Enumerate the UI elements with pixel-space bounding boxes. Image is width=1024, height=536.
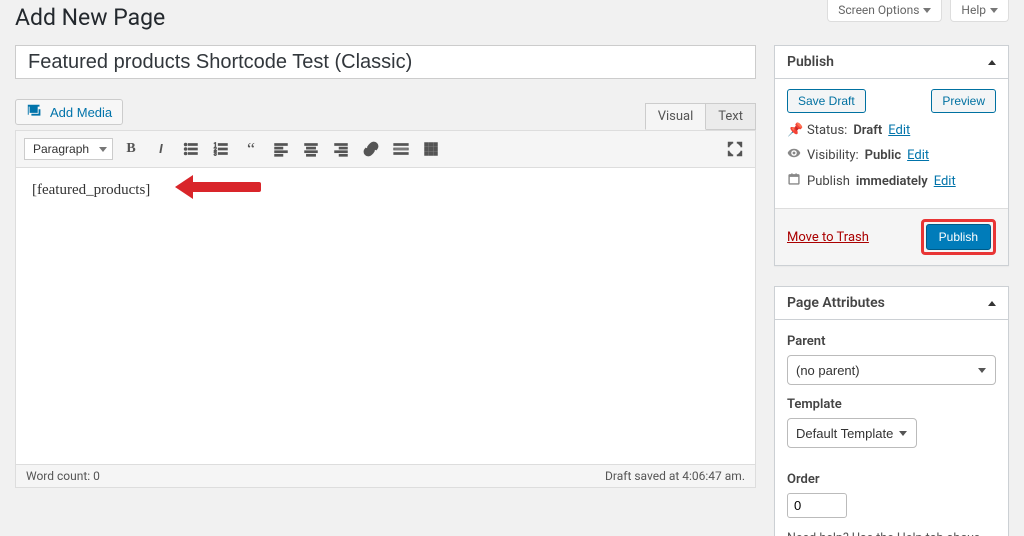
align-right-button[interactable] [329,137,353,161]
annotation-arrow-icon [175,172,265,198]
toolbar-toggle-button[interactable] [419,137,443,161]
word-count: Word count: 0 [26,469,100,483]
autosave-status: Draft saved at 4:06:47 am. [605,469,745,483]
publish-box-header[interactable]: Publish [775,46,1008,79]
schedule-value: immediately [856,174,928,189]
add-media-label: Add Media [50,105,112,120]
editor-content-area[interactable]: [featured_products] [16,168,755,464]
template-select[interactable]: Default Template [787,418,917,448]
screen-options-tab[interactable]: Screen Options [827,0,942,22]
parent-select[interactable]: (no parent) [787,355,996,385]
editor: Paragraph B I 123 “ [15,130,756,488]
order-input[interactable] [787,493,847,518]
add-media-button[interactable]: Add Media [15,99,123,125]
align-center-button[interactable] [299,137,323,161]
svg-text:3: 3 [214,151,217,157]
post-status-row: 📌 Status: Draft Edit [787,123,996,138]
post-title-input[interactable] [15,45,756,79]
block-format-select[interactable]: Paragraph [24,138,113,160]
italic-button[interactable]: I [149,137,173,161]
move-to-trash-link[interactable]: Move to Trash [787,230,869,245]
schedule-label: Publish [807,174,850,189]
page-attributes-header[interactable]: Page Attributes [775,287,1008,320]
visibility-row: Visibility: Public Edit [787,146,996,164]
status-label: Status: [807,123,847,138]
align-left-button[interactable] [269,137,293,161]
insert-more-button[interactable] [389,137,413,161]
chevron-down-icon [923,8,931,13]
editor-toolbar: Paragraph B I 123 “ [16,131,755,168]
help-tab[interactable]: Help [950,0,1009,22]
publish-box: Publish Save Draft Preview 📌 Status: Dra… [774,45,1009,266]
save-draft-button[interactable]: Save Draft [787,89,866,113]
preview-button[interactable]: Preview [931,89,996,113]
page-attributes-box: Page Attributes Parent (no parent) Templ… [774,286,1009,536]
bold-button[interactable]: B [119,137,143,161]
pin-icon: 📌 [787,123,801,138]
parent-label: Parent [787,334,996,349]
publish-box-title: Publish [787,54,834,70]
schedule-row: Publish immediately Edit [787,172,996,190]
attributes-help-text: Need help? Use the Help tab above the sc… [787,530,996,536]
status-value: Draft [853,123,882,138]
template-label: Template [787,397,996,412]
blockquote-button[interactable]: “ [239,137,263,161]
publish-button[interactable]: Publish [926,224,991,250]
help-label: Help [961,3,986,17]
screen-options-label: Screen Options [838,3,919,17]
page-attributes-title: Page Attributes [787,295,885,311]
tab-text[interactable]: Text [706,103,756,130]
visibility-value: Public [865,148,901,163]
collapse-icon [988,60,996,65]
insert-link-button[interactable] [359,137,383,161]
eye-icon [787,146,801,164]
media-icon [26,103,44,121]
tab-visual[interactable]: Visual [645,103,707,130]
visibility-label: Visibility: [807,148,859,163]
publish-highlight: Publish [921,219,996,255]
calendar-icon [787,172,801,190]
editor-text: [featured_products] [32,182,150,198]
bulleted-list-button[interactable] [179,137,203,161]
edit-visibility-link[interactable]: Edit [907,148,929,163]
fullscreen-button[interactable] [723,137,747,161]
collapse-icon [988,301,996,306]
order-label: Order [787,472,996,487]
edit-schedule-link[interactable]: Edit [934,174,956,189]
editor-status-bar: Word count: 0 Draft saved at 4:06:47 am. [16,464,755,487]
numbered-list-button[interactable]: 123 [209,137,233,161]
chevron-down-icon [990,8,998,13]
edit-status-link[interactable]: Edit [888,123,910,138]
